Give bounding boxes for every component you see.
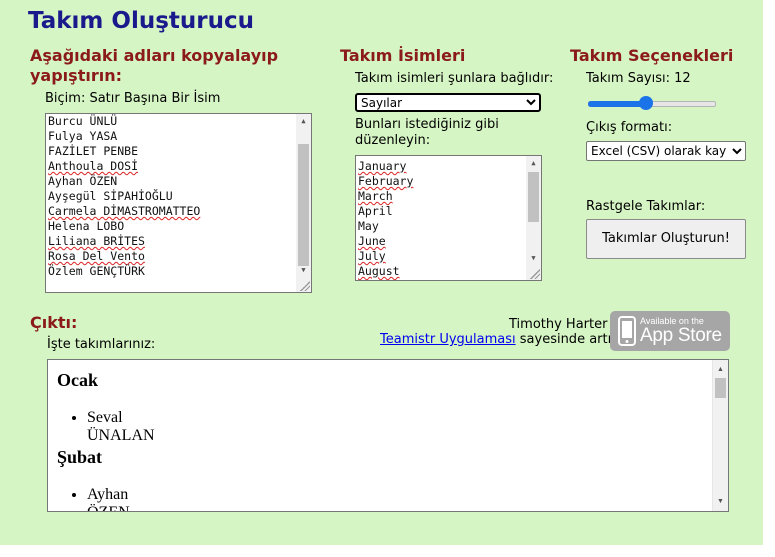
list-item: Carmela DİMASTROMATTEO [48, 204, 201, 218]
credit-line: Teamistr Uygulaması sayesinde artık: [380, 332, 623, 347]
app-store-badge[interactable]: Available on the App Store [610, 311, 730, 351]
resize-handle-icon[interactable] [530, 269, 540, 279]
random-teams-label: Rastgele Takımlar: [586, 199, 706, 214]
list-item: Burcu ÜNLÜ [48, 114, 118, 128]
list-item: June [358, 234, 386, 248]
list-item: January [358, 159, 407, 173]
page-title: Takım Oluşturucu [28, 8, 254, 34]
scroll-thumb[interactable] [298, 144, 309, 266]
team-block: Şubat Ayhan ÖZEN [57, 447, 130, 511]
team-names-scrollbar[interactable]: ▲ ▼ [526, 156, 541, 280]
app-panel: Takım Oluşturucu Aşağıdaki adları kopyal… [0, 0, 765, 545]
scroll-up-icon[interactable]: ▲ [713, 362, 728, 377]
scroll-thumb[interactable] [715, 378, 726, 398]
team-name: Ocak [57, 370, 99, 390]
output-box[interactable]: Ocak Seval ÜNALANŞubat Ayhan ÖZEN ▲ ▼ [47, 359, 729, 512]
team-member: Seval ÜNALAN [87, 409, 155, 445]
names-list: Burcu ÜNLÜ Fulya YASA FAZİLET PENBE Anthoul… [46, 114, 311, 279]
team-names-textarea[interactable]: January February March April May June July Augu… [355, 155, 542, 281]
output-format-select[interactable]: Excel (CSV) olarak kay [586, 141, 746, 161]
output-format-label: Çıkış formatı: [586, 120, 673, 135]
team-member: Ayhan ÖZEN [87, 486, 130, 511]
list-item: August [358, 264, 400, 278]
output-scrollbar[interactable]: ▲ ▼ [712, 360, 728, 511]
scroll-down-icon[interactable]: ▼ [526, 251, 541, 266]
options-heading: Takım Seçenekleri [570, 46, 734, 65]
your-teams-label: İşte takımlarınız: [47, 337, 156, 352]
create-teams-button[interactable]: Takımlar Oluşturun! [586, 219, 746, 259]
list-item: Ayşegül SİPAHİOĞLU [48, 189, 173, 203]
teamistr-app-link[interactable]: Teamistr Uygulaması [380, 332, 516, 347]
list-item: March [358, 189, 393, 203]
phone-icon [618, 316, 636, 346]
slider-knob[interactable] [638, 96, 653, 110]
list-item: July [358, 249, 386, 263]
app-store-big-text: App Store [640, 325, 722, 346]
names-scrollbar[interactable]: ▲ ▼ [296, 114, 311, 292]
team-names-list: January February March April May June July Augu… [356, 156, 541, 279]
slider-fill [588, 101, 646, 107]
format-label: Biçim: Satır Başına Bir İsim [45, 91, 221, 106]
team-names-heading: Takım İsimleri [340, 46, 466, 65]
team-block: Ocak Seval ÜNALAN [57, 370, 155, 445]
list-item: May [358, 219, 379, 233]
edit-label: Bunları istediğiniz gibi düzenleyin: [355, 117, 499, 148]
scroll-down-icon[interactable]: ▼ [713, 494, 728, 509]
list-item: FAZİLET PENBE [48, 144, 139, 158]
scroll-up-icon[interactable]: ▲ [526, 156, 541, 171]
list-item: Ayhan ÖZEN [48, 174, 118, 188]
list-item: April [358, 204, 393, 218]
list-item: Özlem GENÇTÜRK [48, 264, 145, 278]
team-count-slider[interactable] [588, 96, 716, 110]
credit-author: Timothy Harter [509, 317, 608, 332]
names-textarea[interactable]: Burcu ÜNLÜ Fulya YASA FAZİLET PENBE Anthoul… [45, 113, 312, 293]
resize-handle-icon[interactable] [300, 281, 310, 291]
list-item: Liliana BRİTES [48, 234, 145, 248]
scroll-thumb[interactable] [528, 172, 539, 222]
credit-suffix: sayesinde artık: [515, 332, 624, 347]
scroll-up-icon[interactable]: ▲ [296, 114, 311, 129]
team-name: Şubat [57, 447, 103, 467]
list-item: February [358, 174, 414, 188]
list-item: Anthoula DOSİ [48, 159, 139, 173]
team-count-label: Takım Sayısı: 12 [586, 71, 691, 86]
names-heading: Aşağıdaki adları kopyalayıp yapıştırın: [30, 46, 279, 85]
scroll-down-icon[interactable]: ▼ [296, 263, 311, 278]
list-item: Rosa Del Vento [48, 249, 145, 263]
list-item: Fulya YASA [48, 129, 118, 143]
depends-label: Takım isimleri şunlara bağlıdır: [355, 71, 554, 86]
team-names-source-select[interactable]: Sayılar [355, 93, 541, 112]
output-heading: Çıktı: [30, 313, 78, 332]
list-item: Helena LOBO [48, 219, 125, 233]
